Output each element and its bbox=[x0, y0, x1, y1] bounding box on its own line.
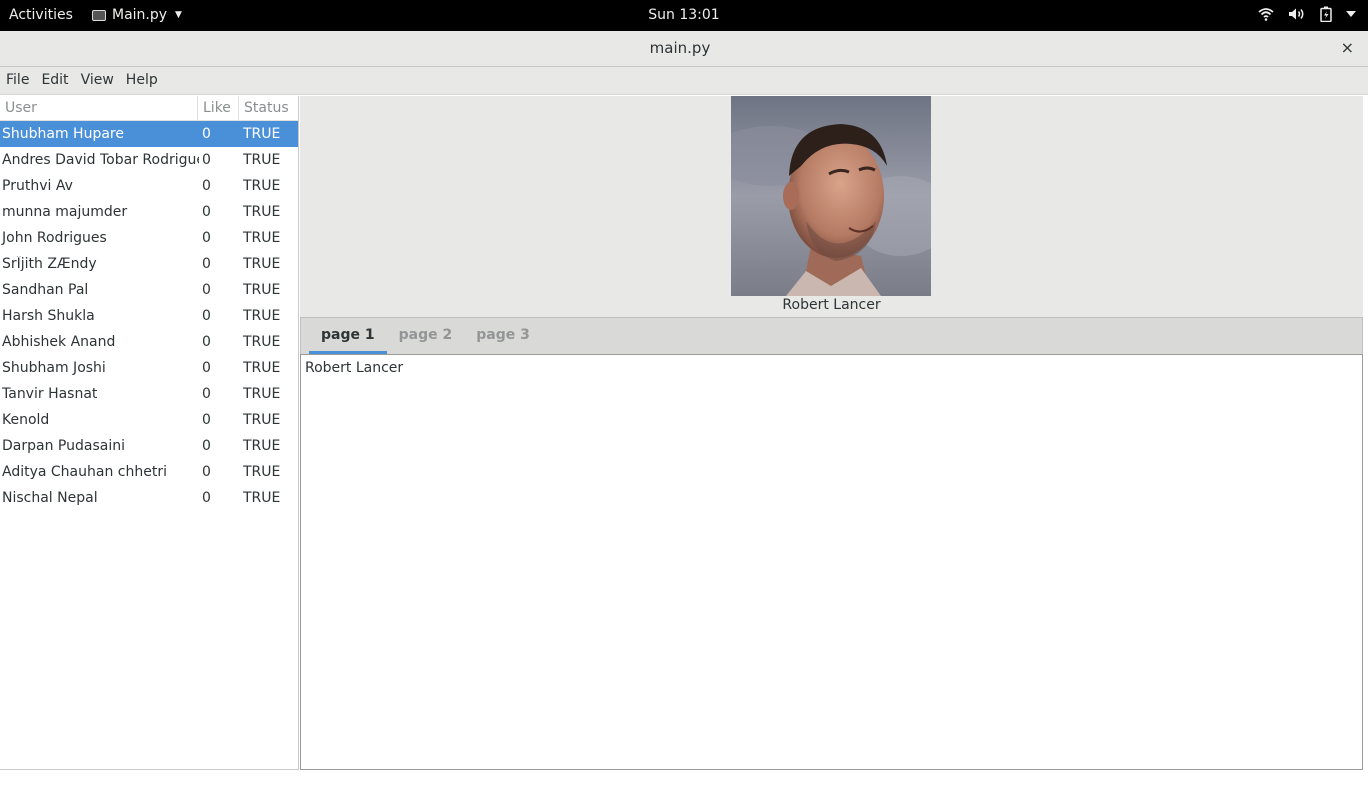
menu-edit[interactable]: Edit bbox=[40, 67, 74, 94]
chevron-down-icon bbox=[1346, 11, 1356, 17]
table-row[interactable]: Nischal Nepal 0 TRUE bbox=[0, 485, 298, 511]
cell-like: 0 bbox=[202, 386, 211, 402]
table-row[interactable]: Abhishek Anand 0 TRUE bbox=[0, 329, 298, 355]
cell-user: Aditya Chauhan chhetri bbox=[2, 464, 167, 480]
table-row[interactable]: Shubham Joshi 0 TRUE bbox=[0, 355, 298, 381]
cell-status: TRUE bbox=[243, 386, 281, 402]
app-menu-label: Main.py bbox=[112, 7, 168, 23]
cell-user: Tanvir Hasnat bbox=[2, 386, 98, 402]
table-row[interactable]: Shubham Hupare 0 TRUE bbox=[0, 121, 298, 147]
cell-user: John Rodrigues bbox=[2, 230, 107, 246]
cell-status: TRUE bbox=[243, 230, 281, 246]
cell-user: Pruthvi Av bbox=[2, 178, 73, 194]
chevron-down-icon: ▼ bbox=[175, 10, 182, 20]
tab-page-2[interactable]: page 2 bbox=[387, 318, 465, 354]
cell-status: TRUE bbox=[243, 152, 281, 168]
cell-like: 0 bbox=[202, 464, 211, 480]
cell-user: Abhishek Anand bbox=[2, 334, 116, 350]
table-row[interactable]: Aditya Chauhan chhetri 0 TRUE bbox=[0, 459, 298, 485]
cell-like: 0 bbox=[202, 360, 211, 376]
table-row[interactable]: Harsh Shukla 0 TRUE bbox=[0, 303, 298, 329]
tab-page-1[interactable]: page 1 bbox=[309, 318, 387, 354]
cell-user: Nischal Nepal bbox=[2, 490, 98, 506]
cell-status: TRUE bbox=[243, 308, 281, 324]
cell-status: TRUE bbox=[243, 126, 281, 142]
top-bar: Activities Main.py ▼ Sun 13:01 bbox=[0, 0, 1368, 31]
cell-status: TRUE bbox=[243, 360, 281, 376]
notebook-tabs: page 1 page 2 page 3 bbox=[300, 317, 1363, 354]
table-row[interactable]: Andres David Tobar Rodriguez 0 TRUE bbox=[0, 147, 298, 173]
cell-status: TRUE bbox=[243, 256, 281, 272]
cell-user: Kenold bbox=[2, 412, 50, 428]
cell-user: Darpan Pudasaini bbox=[2, 438, 125, 454]
cell-user: Shubham Hupare bbox=[2, 126, 124, 142]
cell-status: TRUE bbox=[243, 412, 281, 428]
cell-like: 0 bbox=[202, 126, 211, 142]
tab-page-content: Robert Lancer bbox=[300, 354, 1363, 770]
cell-like: 0 bbox=[202, 334, 211, 350]
cell-status: TRUE bbox=[243, 438, 281, 454]
cell-status: TRUE bbox=[243, 282, 281, 298]
profile-caption: Robert Lancer bbox=[782, 297, 881, 313]
table-row[interactable]: munna majumder 0 TRUE bbox=[0, 199, 298, 225]
menu-help[interactable]: Help bbox=[125, 67, 164, 94]
app-menu[interactable]: Main.py ▼ bbox=[92, 7, 182, 23]
cell-status: TRUE bbox=[243, 334, 281, 350]
page-content-text: Robert Lancer bbox=[305, 360, 404, 376]
table-row[interactable]: SrÎjith ZÆndy 0 TRUE bbox=[0, 251, 298, 277]
window-titlebar[interactable]: main.py × bbox=[0, 31, 1368, 67]
table-row[interactable]: Kenold 0 TRUE bbox=[0, 407, 298, 433]
cell-like: 0 bbox=[202, 412, 211, 428]
menu-view[interactable]: View bbox=[80, 67, 120, 94]
cell-like: 0 bbox=[202, 204, 211, 220]
cell-status: TRUE bbox=[243, 490, 281, 506]
table-row[interactable]: Darpan Pudasaini 0 TRUE bbox=[0, 433, 298, 459]
battery-icon bbox=[1320, 6, 1332, 22]
cell-like: 0 bbox=[202, 152, 211, 168]
table-row[interactable]: Pruthvi Av 0 TRUE bbox=[0, 173, 298, 199]
cell-user: Sandhan Pal bbox=[2, 282, 89, 298]
tab-page-3[interactable]: page 3 bbox=[464, 318, 542, 354]
close-icon[interactable]: × bbox=[1341, 38, 1354, 57]
table-row[interactable]: Sandhan Pal 0 TRUE bbox=[0, 277, 298, 303]
cell-like: 0 bbox=[202, 230, 211, 246]
wifi-icon bbox=[1258, 8, 1274, 21]
cell-status: TRUE bbox=[243, 464, 281, 480]
column-header-like[interactable]: Like bbox=[198, 96, 239, 120]
clock[interactable]: Sun 13:01 bbox=[648, 7, 719, 23]
table-row[interactable]: Tanvir Hasnat 0 TRUE bbox=[0, 381, 298, 407]
tree-header: User Like Status bbox=[0, 96, 298, 121]
cell-user: munna majumder bbox=[2, 204, 128, 220]
cell-status: TRUE bbox=[243, 178, 281, 194]
cell-status: TRUE bbox=[243, 204, 281, 220]
column-header-user[interactable]: User bbox=[0, 96, 198, 120]
cell-user: SrÎjith ZÆndy bbox=[2, 256, 97, 272]
column-header-status[interactable]: Status bbox=[239, 96, 298, 120]
cell-like: 0 bbox=[202, 438, 211, 454]
activities-button[interactable]: Activities bbox=[9, 7, 73, 23]
cell-like: 0 bbox=[202, 490, 211, 506]
cell-like: 0 bbox=[202, 256, 211, 272]
profile-photo bbox=[731, 96, 931, 296]
cell-like: 0 bbox=[202, 308, 211, 324]
profile-panel: Robert Lancer bbox=[300, 96, 1363, 317]
app-icon bbox=[92, 9, 106, 21]
user-tree-view[interactable]: User Like Status Shubham Hupare 0 TRUE Andr… bbox=[0, 96, 299, 770]
volume-icon bbox=[1289, 8, 1304, 20]
cell-user: Harsh Shukla bbox=[2, 308, 95, 324]
menu-file[interactable]: File bbox=[5, 67, 35, 94]
system-status-menu[interactable] bbox=[1258, 6, 1356, 22]
notebook: page 1 page 2 page 3 Robert Lancer bbox=[300, 317, 1363, 770]
cell-user: Shubham Joshi bbox=[2, 360, 106, 376]
cell-user: Andres David Tobar Rodriguez bbox=[2, 152, 199, 168]
window-title: main.py bbox=[649, 39, 711, 57]
cell-like: 0 bbox=[202, 282, 211, 298]
table-row[interactable]: John Rodrigues 0 TRUE bbox=[0, 225, 298, 251]
menubar: File Edit View Help bbox=[0, 67, 1368, 95]
cell-like: 0 bbox=[202, 178, 211, 194]
